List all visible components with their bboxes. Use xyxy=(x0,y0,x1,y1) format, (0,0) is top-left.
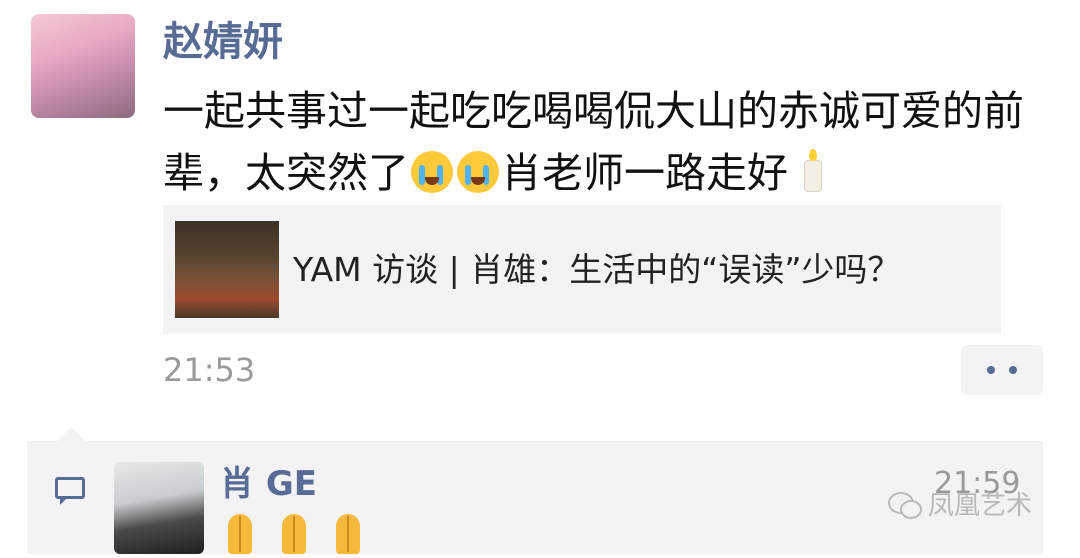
more-dot-icon xyxy=(1009,366,1017,374)
comment-icon xyxy=(55,477,85,505)
wechat-icon xyxy=(888,492,922,520)
moment-text-part2: 肖老师一路走好 xyxy=(501,149,788,197)
author-avatar[interactable] xyxy=(31,14,135,118)
watermark-text: 凤凰艺术 xyxy=(928,491,1033,521)
article-title: YAM 访谈 | 肖雄：生活中的“误读”少吗？ xyxy=(293,250,901,289)
shared-article-card[interactable]: YAM 访谈 | 肖雄：生活中的“误读”少吗？ xyxy=(163,205,1001,334)
candle-icon xyxy=(796,149,830,195)
comment-text xyxy=(220,510,382,554)
folded-hands-icon xyxy=(274,510,314,554)
more-actions-button[interactable] xyxy=(961,345,1043,395)
moment-text: 一起共事过一起吃吃喝喝侃大山的赤诚可爱的前辈，太突然了 肖老师一路走好 xyxy=(163,80,1043,204)
author-name[interactable]: 赵婧妍 xyxy=(163,14,283,70)
loudly-crying-face-icon xyxy=(457,151,499,193)
post-timestamp: 21:53 xyxy=(163,351,256,389)
commenter-avatar[interactable] xyxy=(114,462,204,554)
more-dot-icon xyxy=(987,366,995,374)
loudly-crying-face-icon xyxy=(411,151,453,193)
folded-hands-icon xyxy=(328,510,368,554)
watermark: 凤凰艺术 xyxy=(888,486,1032,526)
folded-hands-icon xyxy=(220,510,260,554)
commenter-name[interactable]: 肖 GE xyxy=(220,462,317,506)
article-thumbnail xyxy=(175,221,279,318)
